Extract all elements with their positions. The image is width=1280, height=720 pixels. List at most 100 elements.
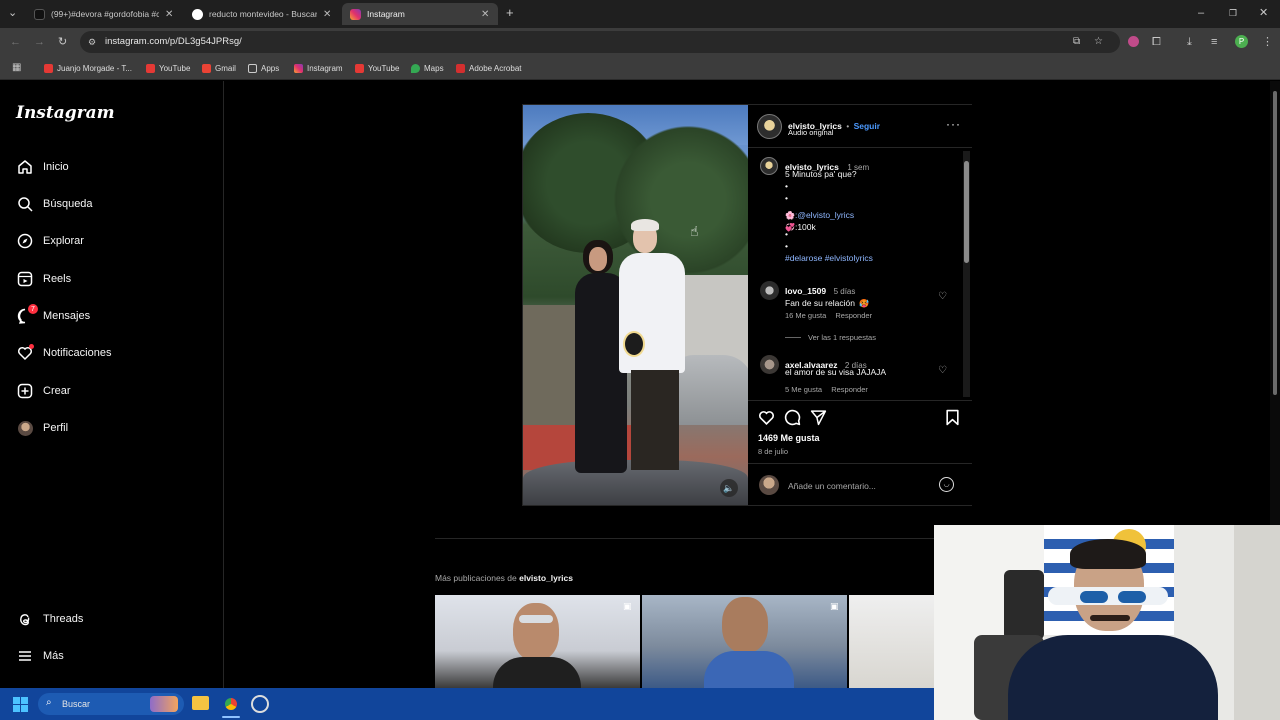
taskbar-search-label: Buscar [62,699,91,709]
caption-stat-line: 💞:100k [785,217,816,235]
post-thumbnail[interactable] [849,595,934,688]
download-icon[interactable]: ⤓ [1187,36,1192,48]
google-icon [192,8,203,20]
bookmark-item[interactable]: Adobe Acrobat [456,62,521,74]
sidebar-item-mensajes[interactable]: 7 Mensajes [16,304,90,328]
post-thumbnail[interactable]: ▣ [435,595,640,688]
view-replies-button[interactable]: Ver las 1 respuestas [808,333,876,342]
site-info-icon[interactable]: ⚙ [88,36,96,48]
search-icon: ⌕ [46,697,52,708]
page-scrollbar-thumb[interactable] [1273,91,1277,395]
streamer-sunglasses [1048,587,1168,605]
bookmark-item[interactable]: Maps [411,62,444,74]
caption-dot: • [785,181,788,191]
extension-icon[interactable] [1128,36,1139,47]
notification-dot [29,344,34,349]
close-tab-icon[interactable]: ✕ [323,9,331,20]
close-window-button[interactable]: ✕ [1259,7,1268,19]
author-avatar[interactable] [757,114,782,139]
more-posts-heading: Más publicaciones de elvisto_lyrics [435,573,573,583]
tab-instagram[interactable]: Instagram ✕ [342,3,498,25]
tab-search-icon[interactable]: ⌄ [8,7,17,19]
sidebar-item-crear[interactable]: Crear [16,379,71,403]
tab-google-search[interactable]: reducto montevideo - Buscar co ✕ [184,3,340,25]
bookmark-item[interactable]: YouTube [355,62,399,74]
sidebar-item-busqueda[interactable]: Búsqueda [16,192,93,216]
browser-toolbar: ← → ↻ ⚙ instagram.com/p/DL3g54JPRsg/ ⧉ ☆… [0,28,1280,56]
tab-label: Instagram [367,9,405,19]
windows-taskbar: ⌕ Buscar [0,688,934,720]
file-explorer-icon[interactable] [192,696,209,710]
install-app-icon[interactable]: ⧉ [1073,36,1080,48]
comment-like-heart-icon[interactable]: ♡ [938,291,947,302]
sunglass-lens [1080,591,1108,603]
commenter-avatar[interactable] [760,355,779,374]
comment-like-count[interactable]: 5 Me gusta [785,385,822,394]
chrome-taskbar-icon[interactable] [222,695,240,713]
post-thumbnail[interactable]: ▣ [642,595,847,688]
bookmark-star-icon[interactable]: ☆ [1094,36,1103,48]
commenter-avatar[interactable] [760,281,779,300]
emoji-picker-icon[interactable]: ◡ [939,477,954,492]
bookmark-label: YouTube [368,63,400,73]
sidebar-item-inicio[interactable]: Inicio [16,155,69,179]
comments-scrollbar[interactable] [964,161,969,263]
restore-button[interactable]: ❐ [1229,7,1237,19]
more-posts-author-link[interactable]: elvisto_lyrics [519,573,573,583]
address-bar[interactable]: ⚙ instagram.com/p/DL3g54JPRsg/ ⧉ ☆ [80,31,1120,53]
audio-label[interactable]: Audio original [788,128,833,137]
app-taskbar-icon[interactable] [251,695,269,713]
close-tab-icon[interactable]: ✕ [481,9,489,20]
sidebar-item-reels[interactable]: Reels [16,267,71,291]
minimize-button[interactable]: – [1198,7,1204,19]
sidebar-item-perfil[interactable]: Perfil [16,416,68,440]
sidebar-item-label: Mensajes [43,310,91,322]
profile-avatar-icon[interactable]: P [1235,35,1248,48]
bookmark-item[interactable]: Apps [248,62,279,74]
hand-cursor-icon: ☝ [690,223,699,239]
taskbar-search[interactable]: ⌕ Buscar [38,693,184,715]
comment-like-count[interactable]: 16 Me gusta [785,311,826,320]
caption-stat: :100k [794,222,816,232]
post-date[interactable]: 8 de julio [758,447,788,456]
extensions-puzzle-icon[interactable]: ⧠ [1152,36,1161,48]
bookmark-item[interactable]: YouTube [146,62,190,74]
apps-grid-icon[interactable]: ▦ [12,62,21,74]
caption-avatar[interactable] [760,157,778,175]
windows-start-icon[interactable] [13,697,28,712]
more-options-icon[interactable]: ··· [946,117,961,131]
mute-toggle-icon[interactable]: 🔈 [720,479,738,497]
reload-button[interactable]: ↻ [58,36,67,48]
instagram-sidebar: Instagram Inicio Búsqueda Explorar Reels… [0,81,224,688]
reel-video[interactable]: 🔈 [523,105,748,505]
bookmark-item[interactable]: Gmail [202,62,236,74]
search-highlight-image [150,696,178,712]
close-tab-icon[interactable]: ✕ [165,9,173,20]
sidebar-item-notificaciones[interactable]: Notificaciones [16,341,111,365]
bookmark-item[interactable]: Instagram [294,62,343,74]
save-bookmark-icon[interactable] [945,409,960,431]
bookmark-item[interactable]: Juanjo Morgade - T... [44,62,132,74]
like-count[interactable]: 1469 Me gusta [758,433,820,443]
sidebar-item-mas[interactable]: Más [16,644,64,668]
back-button[interactable]: ← [10,36,21,48]
page-scrollbar[interactable] [1270,81,1280,525]
like-heart-icon[interactable] [758,409,775,431]
more-menu-icon[interactable]: ⋮ [1262,36,1273,48]
comment-input[interactable]: Añade un comentario... [788,481,876,491]
folder-icon [248,63,257,73]
comment-bubble-icon[interactable] [784,409,801,431]
share-paper-plane-icon[interactable] [810,409,827,431]
follow-button[interactable]: Seguir [854,121,880,131]
reply-button[interactable]: Responder [831,385,868,394]
instagram-logo[interactable]: Instagram [16,103,115,123]
new-tab-button[interactable]: + [506,6,514,19]
sidebar-item-threads[interactable]: Threads [16,607,83,631]
comment-like-heart-icon[interactable]: ♡ [938,365,947,376]
sidebar-item-explorar[interactable]: Explorar [16,229,84,253]
tab-tiktok[interactable]: (99+)#devora #gordofobia #co ✕ [26,3,182,25]
reply-button[interactable]: Responder [835,311,872,320]
caption-hashtags[interactable]: #delarose #elvistolyrics [785,253,873,263]
media-controls-icon[interactable]: ≡ [1211,36,1217,48]
forward-button[interactable]: → [34,36,45,48]
